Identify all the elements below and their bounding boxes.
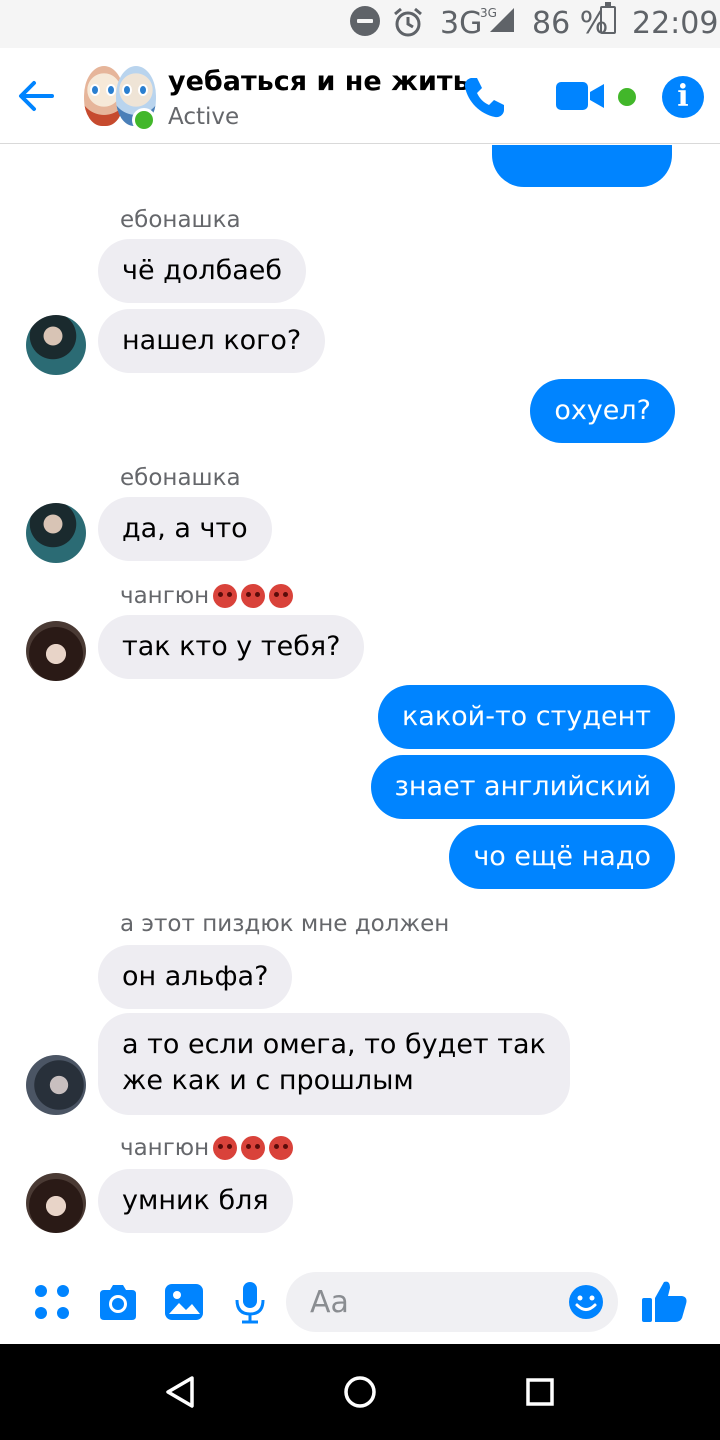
status-bar: 3G 3G 86 % 22:09 (0, 0, 720, 48)
message-bubble-incoming[interactable]: да, а что (98, 497, 272, 561)
message-bubble-incoming[interactable]: нашел кого? (98, 309, 326, 373)
chat-status: Active (168, 104, 240, 130)
avatar[interactable] (26, 315, 86, 375)
nav-recents-icon[interactable] (522, 1374, 558, 1410)
message-line: а то если омега, то будет так (122, 1029, 546, 1060)
avatar-eye (138, 84, 148, 96)
message-line: же как и с прошлым (122, 1065, 414, 1096)
video-active-dot (618, 88, 636, 106)
message-bubble-incoming[interactable]: умник бля (98, 1169, 293, 1233)
chat-title[interactable]: уебаться и не жить (168, 66, 470, 97)
message-list[interactable]: ебонашка чё долбаеб нашел кого? охуел? е… (0, 145, 720, 1260)
message-bubble-incoming[interactable]: чё долбаеб (98, 239, 307, 303)
devil-emoji-icon (269, 1136, 294, 1160)
devil-emoji-icon (213, 584, 238, 608)
info-icon[interactable]: i (662, 76, 704, 118)
avatar[interactable] (26, 503, 86, 563)
composer-bar (0, 1260, 720, 1344)
sender-name-with-emoji: чангюн (120, 583, 294, 609)
devil-emoji-icon (213, 1136, 238, 1160)
network-type: 3G (440, 6, 483, 41)
system-nav-bar (0, 1344, 720, 1440)
sender-name: чангюн (120, 583, 210, 609)
video-camera-icon[interactable] (554, 78, 606, 114)
devil-emoji-icon (269, 584, 294, 608)
sender-name-with-emoji: чангюн (120, 1135, 294, 1161)
battery-percent: 86 % (532, 6, 609, 41)
alarm-icon (392, 6, 424, 47)
battery-icon (600, 2, 616, 34)
do-not-disturb-icon (350, 6, 380, 36)
sender-name: ебонашка (120, 207, 241, 233)
active-status-dot (132, 108, 156, 132)
emoji-icon[interactable] (568, 1284, 604, 1320)
message-bubble-outgoing[interactable]: охуел? (530, 379, 675, 443)
thumbs-up-icon[interactable] (640, 1276, 690, 1326)
menu-dots-icon[interactable] (30, 1280, 74, 1324)
avatar-eye (90, 84, 100, 96)
clock: 22:09 (632, 6, 719, 41)
avatar-eye (106, 84, 116, 96)
nav-back-icon[interactable] (162, 1374, 198, 1410)
avatar[interactable] (26, 1055, 86, 1115)
avatar[interactable] (26, 1173, 86, 1233)
microphone-icon[interactable] (228, 1280, 272, 1324)
back-arrow-icon[interactable] (14, 74, 58, 118)
message-bubble-incoming[interactable]: он альфа? (98, 945, 293, 1009)
message-bubble-outgoing[interactable]: знает английский (370, 755, 675, 819)
nav-home-icon[interactable] (342, 1374, 378, 1410)
sender-name: чангюн (120, 1135, 210, 1161)
message-bubble-incoming-multiline[interactable]: а то если омега, то будет так же как и с… (98, 1013, 570, 1115)
gallery-icon[interactable] (162, 1280, 206, 1324)
chat-header: уебаться и не жить Active i (0, 48, 720, 144)
message-bubble-outgoing[interactable]: какой-то студент (377, 685, 675, 749)
message-bubble-outgoing[interactable]: чо ещё надо (449, 825, 675, 889)
avatar-eye (122, 84, 132, 96)
phone-icon[interactable] (460, 74, 508, 122)
message-bubble-outgoing-partial[interactable] (492, 145, 672, 187)
devil-emoji-icon (241, 1136, 266, 1160)
message-bubble-incoming[interactable]: так кто у тебя? (98, 615, 365, 679)
avatar[interactable] (26, 621, 86, 681)
camera-icon[interactable] (96, 1280, 140, 1324)
devil-emoji-icon (241, 584, 266, 608)
signal-icon (488, 6, 516, 43)
sender-name: а этот пиздюк мне должен (120, 911, 450, 937)
sender-name: ебонашка (120, 465, 241, 491)
